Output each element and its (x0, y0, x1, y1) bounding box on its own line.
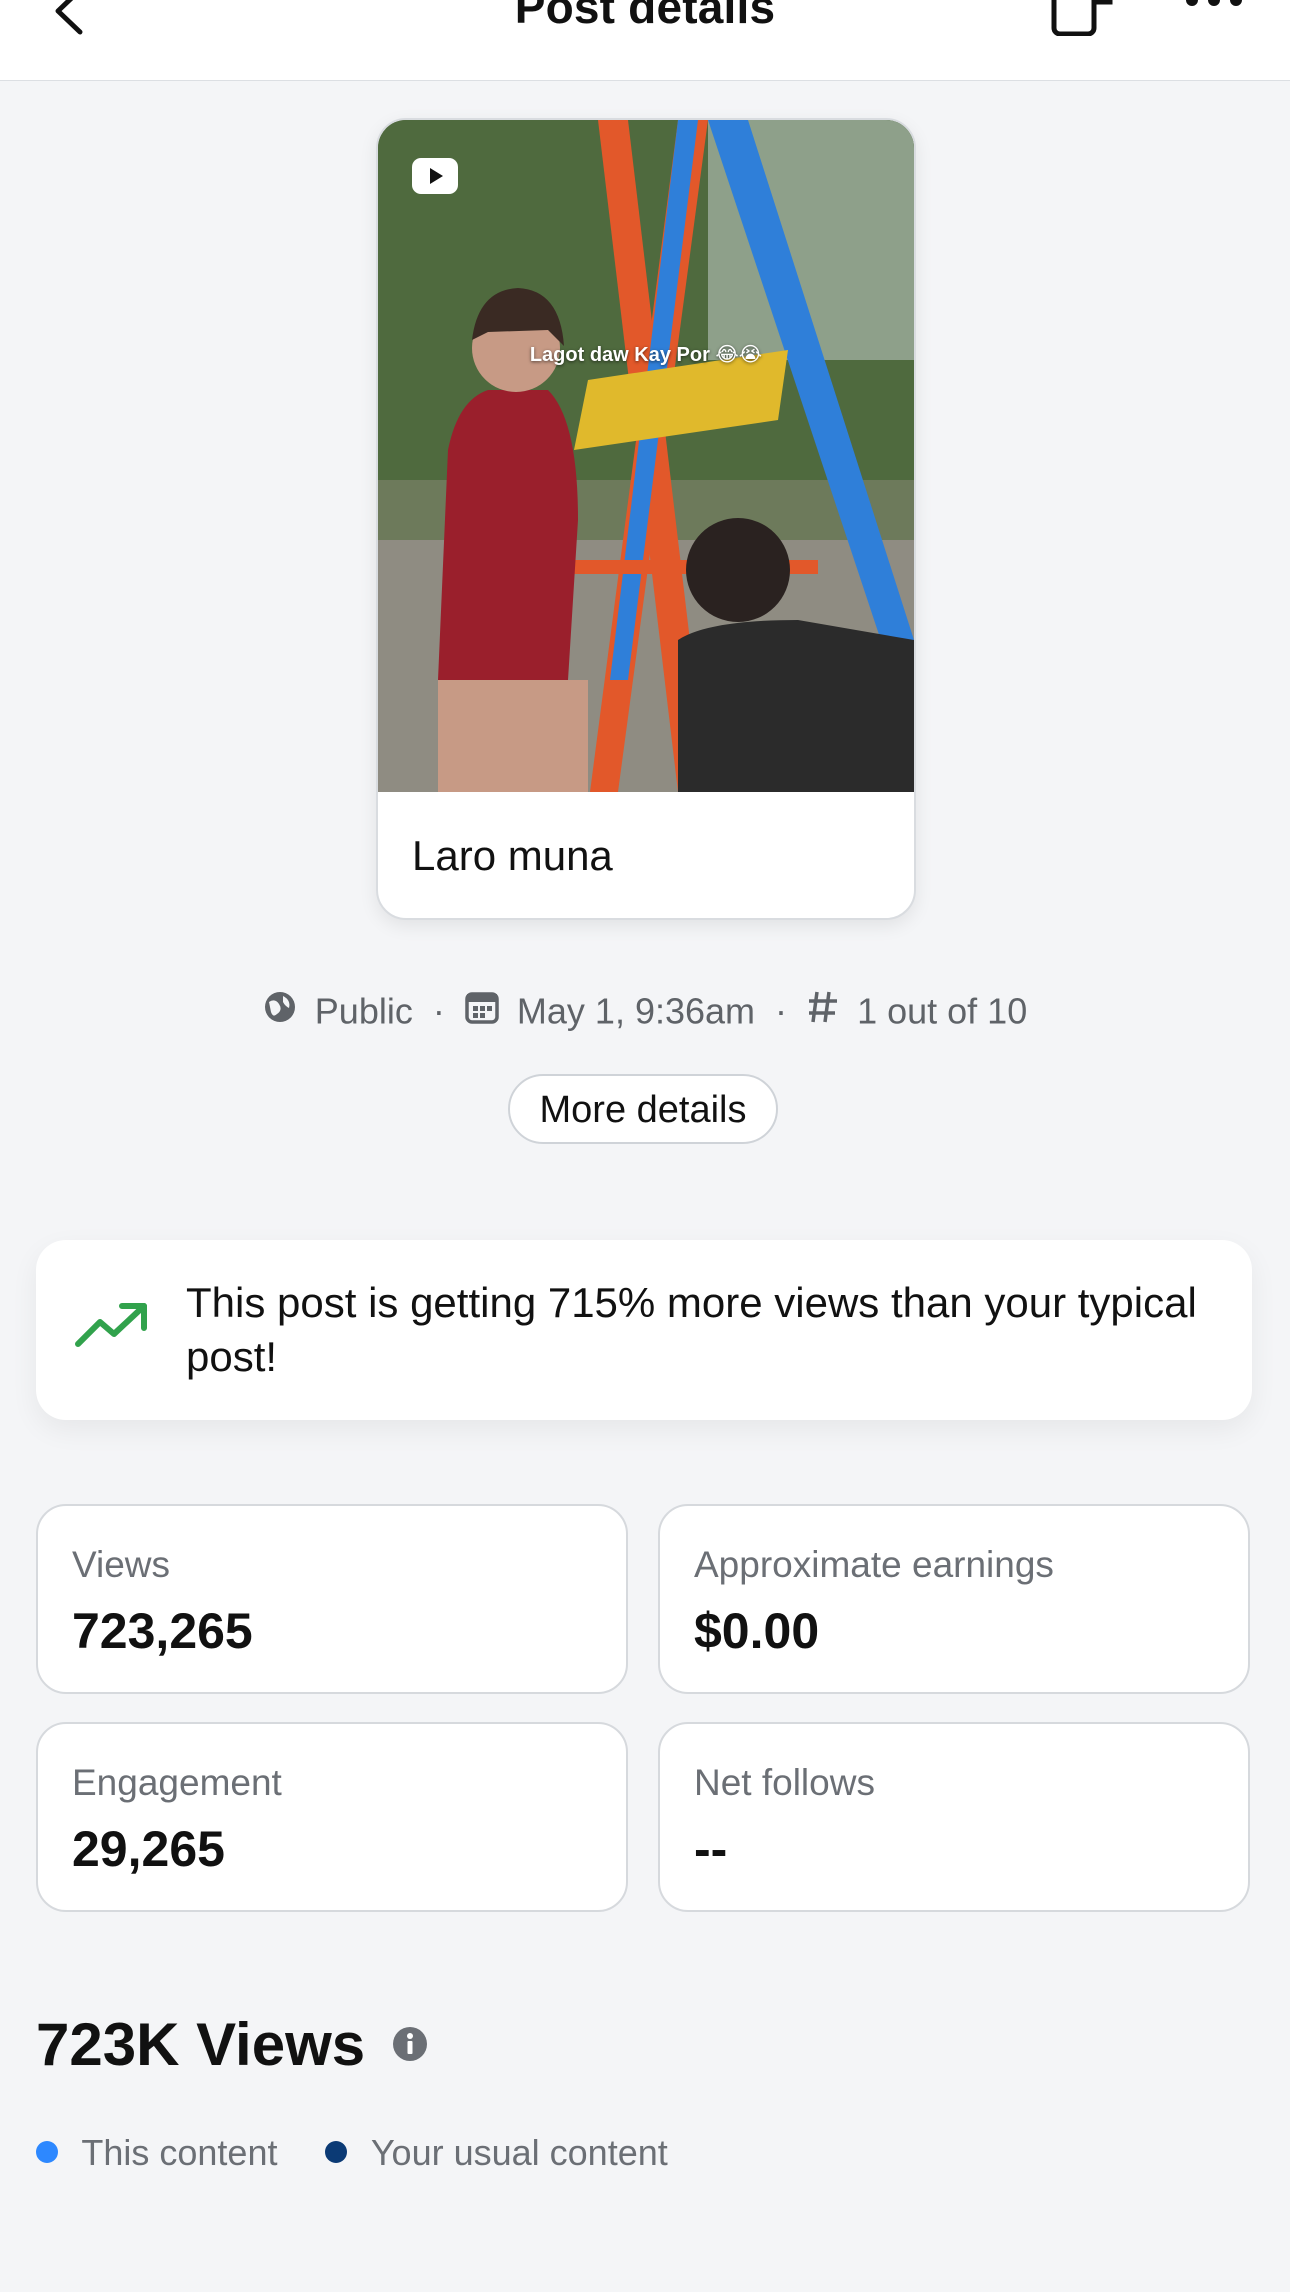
info-icon[interactable] (392, 2026, 428, 2067)
calendar-icon (465, 990, 499, 1033)
legend-dot-dark-blue (325, 2141, 348, 2164)
net-follows-label: Net follows (694, 1762, 875, 1803)
post-caption: Laro muna (412, 832, 613, 879)
post-thumbnail[interactable]: Lagot daw Kay Por 😂😭 (378, 120, 914, 792)
post-meta: Public · May 1, 9:36am · 1 out of 10 (0, 988, 1290, 1033)
chart-legend: This content Your usual content (36, 2132, 706, 2174)
performance-insight-card: This post is getting 715% more views tha… (36, 1240, 1252, 1420)
net-follows-value: -- (694, 1821, 728, 1877)
views-label: Views (72, 1544, 171, 1585)
views-stat-card[interactable]: Views 723,265 (36, 1504, 628, 1694)
legend-label: Your usual content (370, 2132, 668, 2173)
separator: · (775, 990, 788, 1032)
earnings-label: Approximate earnings (694, 1544, 1054, 1585)
trending-up-icon (74, 1300, 150, 1355)
engagement-value: 29,265 (72, 1821, 225, 1877)
engagement-stat-card[interactable]: Engagement 29,265 (36, 1722, 628, 1912)
post-rank: 1 out of 10 (857, 990, 1028, 1032)
views-section-title: 723K Views (36, 2011, 366, 2078)
legend-dot-light-blue (36, 2141, 58, 2164)
globe-icon (263, 990, 297, 1033)
share-icon[interactable] (1050, 0, 1120, 41)
post-date: May 1, 9:36am (516, 990, 756, 1032)
video-icon (412, 158, 458, 194)
legend-item-this-content: This content (36, 2132, 277, 2174)
separator: · (432, 990, 445, 1032)
post-preview-card[interactable]: Lagot daw Kay Por 😂😭 Laro muna (376, 118, 916, 920)
visibility-label: Public (314, 990, 413, 1032)
net-follows-stat-card[interactable]: Net follows -- (658, 1722, 1250, 1912)
legend-item-usual-content: Your usual content (325, 2132, 668, 2174)
earnings-value: $0.00 (694, 1603, 820, 1659)
more-options-icon[interactable] (1184, 0, 1244, 21)
views-value: 723,265 (72, 1603, 253, 1659)
video-overlay-text: Lagot daw Kay Por 😂😭 (529, 344, 763, 366)
legend-label: This content (81, 2132, 278, 2173)
more-details-button[interactable]: More details (508, 1074, 778, 1144)
top-bar: Post details (0, 0, 1290, 81)
insight-text: This post is getting 715% more views tha… (186, 1279, 1197, 1380)
hashtag-icon (807, 990, 839, 1033)
engagement-label: Engagement (72, 1762, 282, 1803)
earnings-stat-card[interactable]: Approximate earnings $0.00 (658, 1504, 1250, 1694)
